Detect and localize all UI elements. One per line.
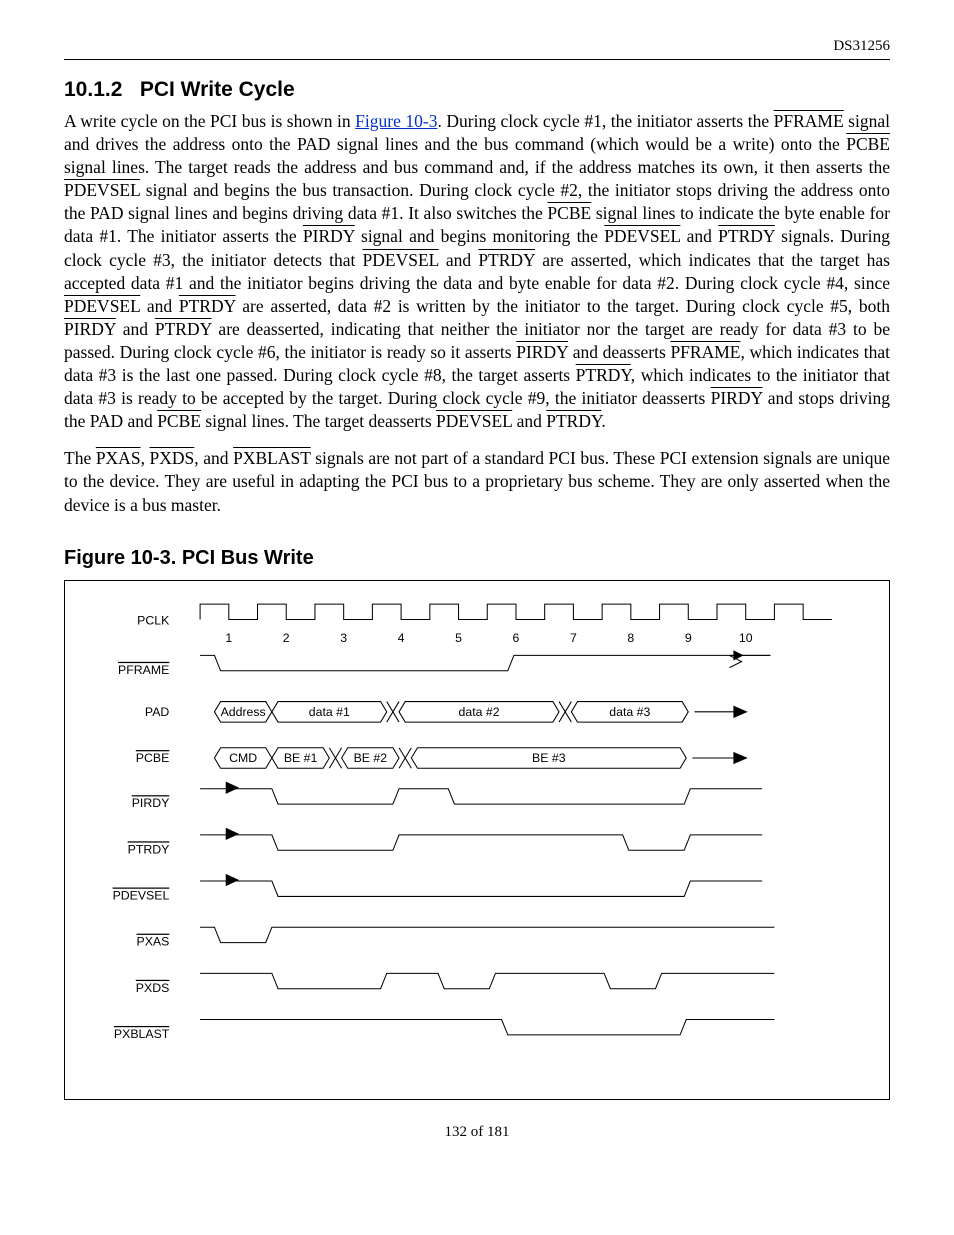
svg-text:data #1: data #1 <box>309 705 350 719</box>
label-pdevsel: PDEVSEL <box>113 888 170 902</box>
svg-text:data #3: data #3 <box>609 705 650 719</box>
svg-text:CMD: CMD <box>229 751 257 765</box>
label-pxblast: PXBLAST <box>114 1027 170 1041</box>
section-heading: 10.1.2 PCI Write Cycle <box>64 78 890 102</box>
header-divider <box>64 59 890 60</box>
document-id: DS31256 <box>64 38 890 59</box>
body-paragraph-1: A write cycle on the PCI bus is shown in… <box>64 110 890 433</box>
section-title: PCI Write Cycle <box>140 78 295 101</box>
svg-text:4: 4 <box>398 631 405 645</box>
label-pframe: PFRAME <box>118 662 169 676</box>
label-pxds: PXDS <box>136 980 170 994</box>
label-pclk: PCLK <box>137 613 170 627</box>
body-paragraph-2: The PXAS, PXDS, and PXBLAST signals are … <box>64 447 890 516</box>
svg-text:10: 10 <box>739 631 753 645</box>
svg-text:6: 6 <box>513 631 520 645</box>
svg-text:BE #3: BE #3 <box>532 751 566 765</box>
svg-text:2: 2 <box>283 631 290 645</box>
label-pcbe: PCBE <box>136 751 170 765</box>
figure-title: Figure 10-3. PCI Bus Write <box>64 547 890 570</box>
svg-text:3: 3 <box>340 631 347 645</box>
svg-text:7: 7 <box>570 631 577 645</box>
svg-text:BE #2: BE #2 <box>354 751 388 765</box>
label-pad: PAD <box>145 705 169 719</box>
label-pirdy: PIRDY <box>132 796 170 810</box>
timing-diagram: .lbl { font: 12px Arial, sans-serif; } .… <box>64 580 890 1100</box>
svg-text:data #2: data #2 <box>459 705 500 719</box>
svg-text:9: 9 <box>685 631 692 645</box>
svg-text:BE #1: BE #1 <box>284 751 318 765</box>
figure-link[interactable]: Figure 10-3 <box>355 111 437 131</box>
svg-text:1: 1 <box>225 631 232 645</box>
label-pxas: PXAS <box>136 934 169 948</box>
page-number: 132 of 181 <box>64 1124 890 1141</box>
svg-text:Address: Address <box>221 705 266 719</box>
label-ptrdy: PTRDY <box>128 842 170 856</box>
section-number: 10.1.2 <box>64 78 134 102</box>
svg-text:8: 8 <box>627 631 634 645</box>
svg-text:5: 5 <box>455 631 462 645</box>
